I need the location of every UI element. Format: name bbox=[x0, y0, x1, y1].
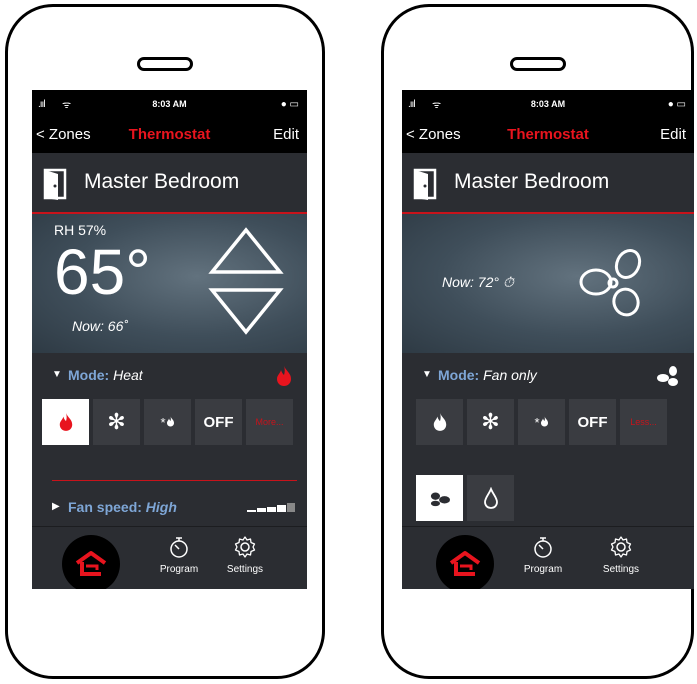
home-icon bbox=[449, 551, 481, 576]
fan-speed-bars-icon bbox=[247, 503, 295, 512]
temp-up-arrow-icon[interactable] bbox=[208, 226, 284, 276]
current-temperature: Now: 72° ⏱ bbox=[442, 274, 514, 290]
gear-icon bbox=[610, 536, 632, 558]
less-modes-button[interactable]: Less... bbox=[620, 399, 667, 445]
battery-icon: ● ▭ bbox=[280, 99, 299, 110]
tab-program[interactable]: Program bbox=[513, 535, 573, 575]
mode-value: Heat bbox=[113, 367, 143, 383]
mode-value: Fan only bbox=[483, 367, 537, 383]
battery-icon: ● ▭ bbox=[667, 99, 686, 110]
extra-mode-buttons bbox=[402, 475, 694, 525]
edit-button[interactable]: Edit bbox=[660, 126, 686, 143]
flame-icon bbox=[59, 413, 72, 431]
cool-mode-button[interactable]: ✻ bbox=[467, 399, 514, 445]
water-drop-icon bbox=[483, 487, 498, 509]
fan-icon bbox=[579, 248, 642, 317]
tab-settings[interactable]: Settings bbox=[215, 535, 275, 575]
snowflake-flame-icon: * bbox=[160, 415, 174, 430]
tab-settings[interactable]: Settings bbox=[591, 535, 651, 575]
mode-label: Mode: Heat bbox=[68, 367, 143, 383]
home-icon bbox=[75, 551, 107, 576]
mode-row[interactable]: ▼ Mode: Heat bbox=[32, 353, 307, 399]
temp-down-arrow-icon[interactable] bbox=[208, 286, 284, 336]
nav-bar: < Zones Thermostat Edit bbox=[402, 118, 694, 153]
mode-key: Mode: bbox=[68, 367, 110, 383]
page-title: Thermostat bbox=[507, 126, 589, 143]
tab-settings-label: Settings bbox=[226, 564, 264, 575]
caret-down-icon: ▼ bbox=[422, 369, 432, 380]
current-temperature: Now: 66˚ bbox=[72, 318, 129, 334]
heat-mode-button[interactable] bbox=[42, 399, 89, 445]
status-bar: .ııl ᯤ 8:03 AM ● ▭ bbox=[402, 90, 694, 118]
mode-key: Mode: bbox=[438, 367, 480, 383]
heat-mode-button[interactable] bbox=[416, 399, 463, 445]
home-button[interactable] bbox=[62, 535, 120, 589]
screen-fan-mode: .ııl ᯤ 8:03 AM ● ▭ < Zones Thermostat Ed… bbox=[402, 90, 694, 589]
status-time: 8:03 AM bbox=[530, 99, 566, 109]
tab-bar: Program Settings bbox=[32, 526, 307, 589]
speaker-slot bbox=[509, 57, 566, 71]
fan-speed-row[interactable]: ▶ Fan speed: High bbox=[32, 493, 307, 523]
gear-icon bbox=[234, 536, 256, 558]
door-icon bbox=[413, 168, 437, 200]
dry-mode-button[interactable] bbox=[467, 475, 514, 521]
phone-frame-right: .ııl ᯤ 8:03 AM ● ▭ < Zones Thermostat Ed… bbox=[381, 4, 694, 679]
tab-program-label: Program bbox=[159, 564, 199, 575]
stopwatch-icon bbox=[170, 537, 188, 558]
home-button[interactable] bbox=[436, 535, 494, 589]
status-time: 8:03 AM bbox=[152, 99, 187, 109]
off-mode-button[interactable]: OFF bbox=[195, 399, 242, 445]
nav-bar: < Zones Thermostat Edit bbox=[32, 118, 307, 153]
temperature-panel: RH 57% 65° Now: 66˚ bbox=[32, 214, 307, 353]
fan-small-icon bbox=[430, 492, 450, 507]
auto-mode-button[interactable]: * bbox=[518, 399, 565, 445]
tab-program[interactable]: Program bbox=[149, 535, 209, 575]
cool-mode-button[interactable]: ✻ bbox=[93, 399, 140, 445]
page-title: Thermostat bbox=[128, 126, 211, 143]
tab-bar: Program Settings bbox=[402, 526, 694, 589]
speaker-slot bbox=[137, 57, 193, 71]
more-modes-button[interactable]: More... bbox=[246, 399, 293, 445]
caret-down-icon: ▼ bbox=[52, 369, 62, 380]
fan-speed-key: Fan speed: bbox=[68, 499, 142, 515]
screen-heat-mode: .ııl ᯤ 8:03 AM ● ▭ < Zones Thermostat Ed… bbox=[32, 90, 307, 589]
snowflake-icon: ✻ bbox=[481, 409, 500, 434]
fan-mode-button[interactable] bbox=[416, 475, 463, 521]
off-mode-button[interactable]: OFF bbox=[569, 399, 616, 445]
snowflake-icon: ✻ bbox=[107, 409, 126, 434]
caret-right-icon: ▶ bbox=[52, 501, 60, 512]
zone-header: Master Bedroom bbox=[402, 153, 694, 214]
door-icon bbox=[43, 168, 67, 200]
status-bar: .ııl ᯤ 8:03 AM ● ▭ bbox=[32, 90, 307, 118]
zone-header: Master Bedroom bbox=[32, 153, 307, 214]
edit-button[interactable]: Edit bbox=[273, 126, 299, 143]
zone-name: Master Bedroom bbox=[454, 170, 610, 193]
fan-speed-value: High bbox=[145, 499, 177, 515]
fan-speed-label: Fan speed: High bbox=[68, 499, 177, 515]
flame-icon bbox=[277, 366, 291, 386]
mode-buttons: ✻ * OFF More... bbox=[32, 399, 307, 449]
setpoint-temperature: 65° bbox=[54, 236, 151, 308]
snowflake-flame-icon: * bbox=[534, 415, 548, 430]
stopwatch-icon bbox=[534, 537, 552, 558]
mode-buttons: ✻ * OFF Less... bbox=[402, 399, 694, 449]
temperature-panel: Now: 72° ⏱ bbox=[402, 214, 694, 353]
fan-small-icon bbox=[657, 366, 678, 386]
auto-mode-button[interactable]: * bbox=[144, 399, 191, 445]
zone-name: Master Bedroom bbox=[84, 170, 240, 193]
divider bbox=[52, 480, 297, 481]
tab-program-label: Program bbox=[523, 564, 563, 575]
phone-frame-left: .ııl ᯤ 8:03 AM ● ▭ < Zones Thermostat Ed… bbox=[5, 4, 325, 679]
tab-settings-label: Settings bbox=[602, 564, 640, 575]
mode-label: Mode: Fan only bbox=[438, 367, 537, 383]
flame-icon bbox=[433, 413, 446, 431]
mode-row[interactable]: ▼ Mode: Fan only bbox=[402, 353, 694, 399]
